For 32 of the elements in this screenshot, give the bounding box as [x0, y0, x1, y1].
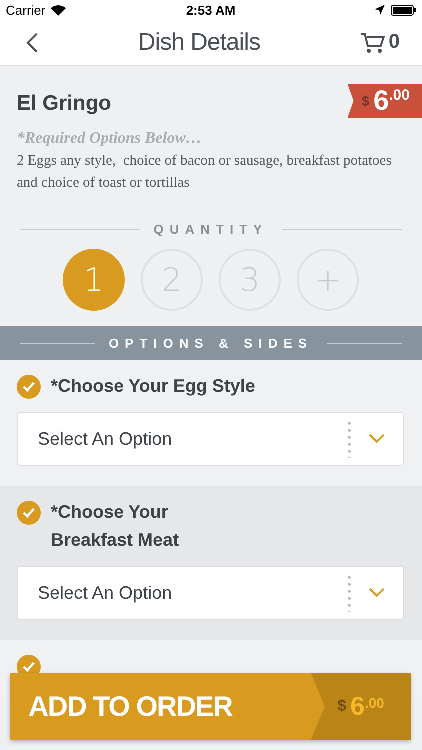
required-note: *Required Options Below…	[16, 129, 203, 148]
select-placeholder: Select An Option	[38, 428, 174, 450]
option-title: *Choose Your Breakfast Meat	[51, 501, 180, 552]
quantity-heading: QUANTITY	[154, 222, 268, 237]
price-amount: 6	[374, 85, 390, 117]
option-select[interactable]: Select An Option	[17, 412, 404, 466]
price-amount: 6	[350, 691, 365, 722]
location-arrow-icon	[375, 5, 385, 15]
battery-icon	[391, 4, 416, 16]
chevron-down-icon	[369, 588, 385, 598]
options-heading: OPTIONS & SIDES	[108, 336, 314, 350]
quantity-option[interactable]: 1	[63, 249, 125, 311]
option-select[interactable]: Select An Option	[17, 566, 404, 620]
currency-symbol: $	[338, 698, 346, 716]
carrier-label: Carrier	[6, 2, 46, 18]
screen-title: Dish Details	[138, 28, 260, 56]
quantity-option[interactable]: +	[297, 249, 359, 311]
dotted-divider	[348, 420, 351, 458]
select-placeholder: Select An Option	[38, 582, 174, 604]
dish-name: El Gringo	[17, 92, 112, 116]
status-time: 2:53 AM	[186, 2, 236, 18]
price-cents: .00	[364, 695, 384, 711]
dotted-divider	[348, 574, 351, 612]
back-icon[interactable]	[26, 32, 38, 52]
cart-count: 0	[388, 31, 400, 54]
option-title: *Choose Your Egg Style	[51, 375, 256, 398]
dish-description: 2 Eggs any style, choice of bacon or sausage, breakfast potatoes and choice of toast or tortillas	[16, 152, 393, 193]
wifi-icon	[50, 4, 66, 16]
price-cents: .00	[389, 87, 410, 104]
chevron-down-icon	[369, 434, 385, 444]
currency-symbol: $	[362, 93, 370, 109]
cart-icon[interactable]	[360, 32, 385, 54]
